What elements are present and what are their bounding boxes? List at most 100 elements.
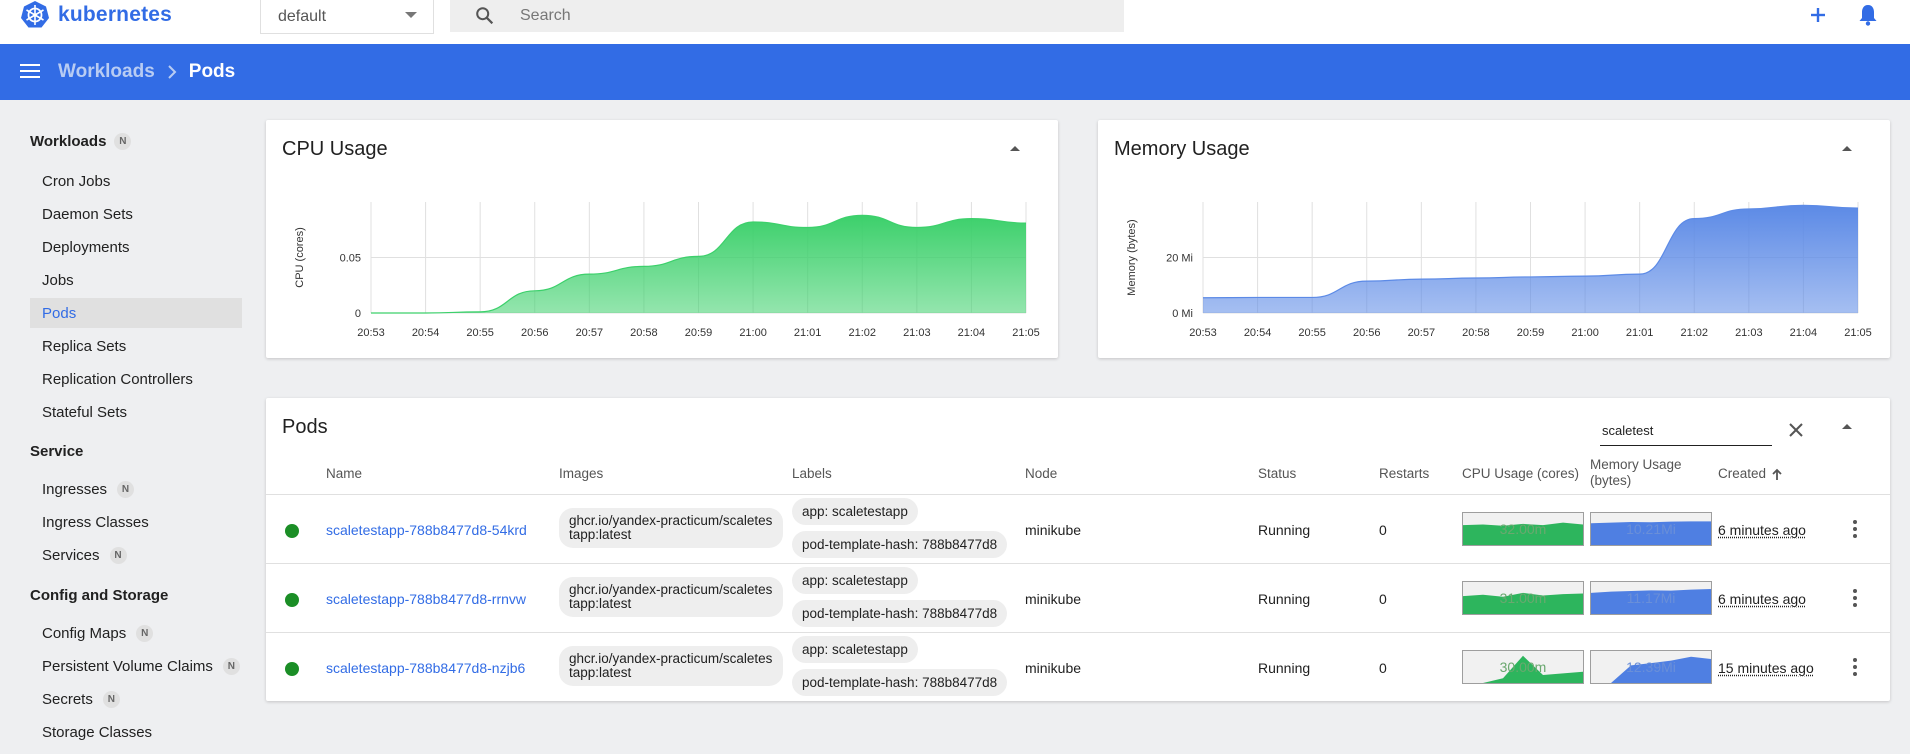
sidebar-item-secrets[interactable]: Secrets N	[30, 684, 242, 714]
create-plus-button[interactable]	[1805, 2, 1831, 28]
x-tick-label: 20:55	[1298, 327, 1326, 339]
x-tick-label: 21:04	[1790, 327, 1818, 339]
pod-name-link[interactable]: scaletestapp-788b8477d8-rrnvw	[326, 591, 526, 607]
x-tick-label: 21:05	[1844, 327, 1872, 339]
sidebar-item-daemon-sets[interactable]: Daemon Sets	[30, 199, 242, 229]
status-running-icon	[285, 662, 299, 676]
sidebar-item-ingresses[interactable]: Ingresses N	[30, 474, 242, 504]
sidebar-item-config-maps[interactable]: Config Maps N	[30, 618, 242, 648]
x-tick-label: 20:57	[1408, 327, 1436, 339]
sidebar-item-stateful-sets[interactable]: Stateful Sets	[30, 397, 242, 427]
sidebar-item-storage-classes[interactable]: Storage Classes	[30, 717, 242, 747]
sidebar-item-label: Storage Classes	[42, 723, 153, 741]
label-chip: pod-template-hash: 788b8477d8	[792, 600, 1008, 627]
sidebar-item-label: Pods	[42, 304, 77, 322]
x-tick-label: 20:54	[412, 327, 440, 339]
sidebar-item-services[interactable]: Services N	[30, 540, 242, 570]
sidebar-item-label: Persistent Volume Claims	[42, 657, 213, 675]
image-chip: ghcr.io/yandex-practicum/scaletestapp:la…	[559, 646, 783, 686]
x-tick-label: 20:53	[357, 327, 385, 339]
pod-name-link[interactable]: scaletestapp-788b8477d8-54krd	[326, 522, 527, 538]
pod-name-link[interactable]: scaletestapp-788b8477d8-nzjb6	[326, 660, 525, 676]
node-value: minikube	[1025, 660, 1082, 676]
sidebar-item-jobs[interactable]: Jobs	[30, 265, 242, 295]
sidebar-item-cron-jobs[interactable]: Cron Jobs	[30, 166, 242, 196]
pods-card-title: Pods	[282, 416, 328, 438]
x-tick-label: 20:55	[466, 327, 494, 339]
search-input[interactable]	[520, 7, 1080, 25]
sidebar-item-label: Stateful Sets	[42, 403, 128, 421]
row-divider	[266, 563, 1890, 564]
x-tick-label: 20:56	[521, 327, 549, 339]
namespaced-badge: N	[114, 133, 132, 150]
column-header-name[interactable]: Name	[326, 466, 362, 482]
clear-filter-close-icon[interactable]	[1786, 420, 1806, 440]
sort-arrow-up-icon	[1772, 468, 1782, 480]
label-chip: pod-template-hash: 788b8477d8	[792, 531, 1008, 558]
restarts-value: 0	[1379, 591, 1387, 607]
sidebar-item-label: Jobs	[42, 271, 74, 289]
sidebar-item-ingress-classes[interactable]: Ingress Classes	[30, 507, 242, 537]
memory-usage-value: 10.21Mi	[1626, 521, 1676, 537]
label-chip: app: scaletestapp	[792, 567, 918, 594]
sidebar-item-label: Replica Sets	[42, 337, 127, 355]
row-actions-more-icon[interactable]	[1852, 520, 1858, 538]
search-bar[interactable]	[450, 0, 1124, 32]
sidebar-section-config-storage[interactable]: Config and Storage	[30, 587, 168, 604]
column-header-created[interactable]: Created	[1718, 466, 1782, 482]
x-tick-label: 20:57	[576, 327, 604, 339]
x-tick-label: 20:59	[1517, 327, 1545, 339]
column-header-images: Images	[559, 466, 604, 481]
memory-sparkline: 12.39Mi	[1590, 650, 1712, 684]
x-tick-label: 21:00	[1571, 327, 1599, 339]
sidebar-item-deployments[interactable]: Deployments	[30, 232, 242, 262]
sidebar-item-replica-sets[interactable]: Replica Sets	[30, 331, 242, 361]
row-actions-more-icon[interactable]	[1852, 658, 1858, 676]
x-tick-label: 21:02	[1680, 327, 1708, 339]
x-tick-label: 21:02	[848, 327, 876, 339]
sidebar-item-persistent-volume-claims[interactable]: Persistent Volume Claims N	[30, 651, 242, 681]
y-axis-label: Memory (bytes)	[1126, 219, 1138, 295]
menu-hamburger-icon[interactable]	[20, 64, 42, 80]
x-tick-label: 21:00	[739, 327, 767, 339]
sidebar-item-pods[interactable]: Pods	[30, 298, 242, 328]
sidebar-section-label: Workloads	[30, 133, 107, 150]
cpu-usage-value: 32.00m	[1499, 521, 1547, 537]
breadcrumb-bar: Workloads Pods	[0, 44, 1910, 100]
sidebar-section-label: Service	[30, 443, 84, 460]
row-actions-more-icon[interactable]	[1852, 589, 1858, 607]
logo[interactable]: kubernetes	[20, 0, 172, 30]
status-value: Running	[1258, 522, 1311, 538]
collapse-pods-card-button[interactable]	[1842, 424, 1852, 429]
column-header-status: Status	[1258, 466, 1297, 481]
pods-filter-field[interactable]	[1600, 416, 1772, 446]
y-axis-label: CPU (cores)	[294, 227, 306, 288]
sidebar-section-workloads[interactable]: Workloads N	[30, 133, 132, 150]
breadcrumb-workloads[interactable]: Workloads	[58, 61, 155, 83]
x-tick-label: 20:58	[1462, 327, 1490, 339]
cpu-sparkline: 30.00m	[1462, 650, 1584, 684]
cpu-sparkline: 32.00m	[1462, 512, 1584, 546]
status-running-icon	[285, 593, 299, 607]
created-value: 6 minutes ago	[1718, 522, 1806, 538]
y-tick-label: 0 Mi	[1172, 308, 1193, 320]
pods-filter-input[interactable]	[1600, 416, 1770, 444]
memory-usage-card: Memory Usage 20:53 20:54 20:55 20:56 20:57 20…	[1098, 120, 1890, 358]
created-header-label: Created	[1718, 466, 1767, 481]
memory-usage-chart: 20:53 20:54 20:55 20:56 20:57 20:58 20:59 21:00…	[1126, 202, 1872, 339]
label-chip: app: scaletestapp	[792, 636, 918, 663]
sidebar-section-service[interactable]: Service	[30, 443, 83, 460]
image-chip: ghcr.io/yandex-practicum/scaletestapp:la…	[559, 508, 783, 548]
notifications-bell-icon[interactable]	[1856, 2, 1880, 28]
sidebar-item-label: Replication Controllers	[42, 370, 193, 388]
memory-usage-value: 11.17Mi	[1626, 590, 1676, 606]
memory-sparkline: 10.21Mi	[1590, 512, 1712, 546]
cpu-usage-value: 30.00m	[1499, 659, 1547, 675]
sidebar-item-label: Cron Jobs	[42, 172, 111, 190]
cpu-usage-value: 31.00m	[1499, 590, 1547, 606]
sidebar-item-replication-controllers[interactable]: Replication Controllers	[30, 364, 242, 394]
x-tick-label: 21:01	[1626, 327, 1654, 339]
y-tick-label: 20 Mi	[1166, 253, 1193, 265]
namespace-select[interactable]: default	[260, 0, 434, 34]
column-header-memory-usage: Memory Usage (bytes)	[1590, 457, 1682, 488]
